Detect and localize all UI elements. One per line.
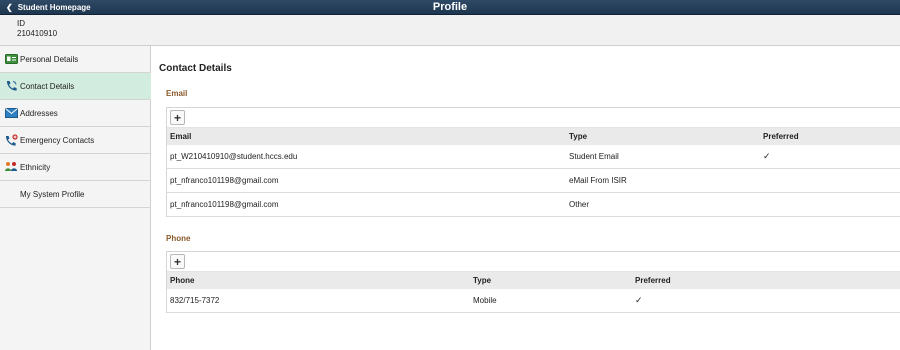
email-address[interactable]: pt_nfranco101198@gmail.com <box>170 169 278 192</box>
sidebar-item-my-system-profile[interactable]: My System Profile <box>0 181 151 208</box>
top-header-bar: ❮ Student Homepage Profile <box>0 0 900 15</box>
table-row[interactable]: pt_W210410910@student.hccs.edu Student E… <box>167 145 900 169</box>
preferred-checkmark-icon: ✓ <box>635 295 643 305</box>
add-phone-button[interactable]: + <box>170 254 185 269</box>
main-content: Contact Details Email + Email Type Prefe… <box>151 46 900 350</box>
id-label: ID <box>17 19 25 28</box>
sidebar-item-emergency-contacts[interactable]: Emergency Contacts <box>0 127 151 154</box>
column-header-preferred[interactable]: Preferred <box>763 128 799 145</box>
sidebar-item-label: My System Profile <box>20 189 85 199</box>
student-id-bar: ID 210410910 <box>0 15 900 46</box>
email-type: Other <box>569 200 590 209</box>
email-group-title: Email <box>166 89 188 98</box>
preferred-checkmark-icon: ✓ <box>763 151 771 161</box>
email-address[interactable]: pt_W210410910@student.hccs.edu <box>170 145 297 168</box>
column-header-type[interactable]: Type <box>569 128 587 145</box>
phone-group-title: Phone <box>166 234 191 243</box>
email-grid-header: Email Type Preferred <box>167 128 900 145</box>
section-title: Contact Details <box>159 63 232 74</box>
sidebar-item-label: Contact Details <box>20 81 75 91</box>
email-address[interactable]: pt_nfranco101198@gmail.com <box>170 193 278 216</box>
emergency-phone-icon <box>4 134 18 146</box>
envelope-icon <box>4 107 18 119</box>
sidebar-item-ethnicity[interactable]: Ethnicity <box>0 154 151 181</box>
column-header-phone[interactable]: Phone <box>170 272 194 289</box>
sidebar-item-personal-details[interactable]: Personal Details <box>0 46 151 73</box>
phone-grid: + Phone Type Preferred 832/715-7372 Mobi… <box>166 251 900 313</box>
phone-grid-header: Phone Type Preferred <box>167 272 900 289</box>
email-type: Student Email <box>569 152 619 161</box>
column-header-email[interactable]: Email <box>170 128 191 145</box>
email-grid: + Email Type Preferred pt_W210410910@stu… <box>166 107 900 217</box>
email-type: eMail From ISIR <box>569 176 627 185</box>
add-email-button[interactable]: + <box>170 110 185 125</box>
sidebar-nav: Personal Details Contact Details Address… <box>0 46 151 350</box>
phone-icon <box>4 80 18 92</box>
sidebar-item-label: Personal Details <box>20 54 79 64</box>
phone-grid-toolbar: + <box>167 252 900 272</box>
email-grid-toolbar: + <box>167 108 900 128</box>
id-card-icon <box>4 53 18 65</box>
sidebar-item-label: Addresses <box>20 108 58 118</box>
table-row[interactable]: pt_nfranco101198@gmail.com Other <box>167 193 900 217</box>
phone-number[interactable]: 832/715-7372 <box>170 289 219 312</box>
table-row[interactable]: 832/715-7372 Mobile ✓ <box>167 289 900 313</box>
column-header-type[interactable]: Type <box>473 272 491 289</box>
column-header-preferred[interactable]: Preferred <box>635 272 671 289</box>
phone-type: Mobile <box>473 296 497 305</box>
table-row[interactable]: pt_nfranco101198@gmail.com eMail From IS… <box>167 169 900 193</box>
people-icon <box>4 161 18 173</box>
sidebar-item-label: Ethnicity <box>20 162 51 172</box>
sidebar-item-contact-details[interactable]: Contact Details <box>0 73 151 100</box>
id-value: 210410910 <box>17 29 58 38</box>
page-title: Profile <box>432 1 468 13</box>
sidebar-item-label: Emergency Contacts <box>20 135 95 145</box>
sidebar-item-addresses[interactable]: Addresses <box>0 100 151 127</box>
